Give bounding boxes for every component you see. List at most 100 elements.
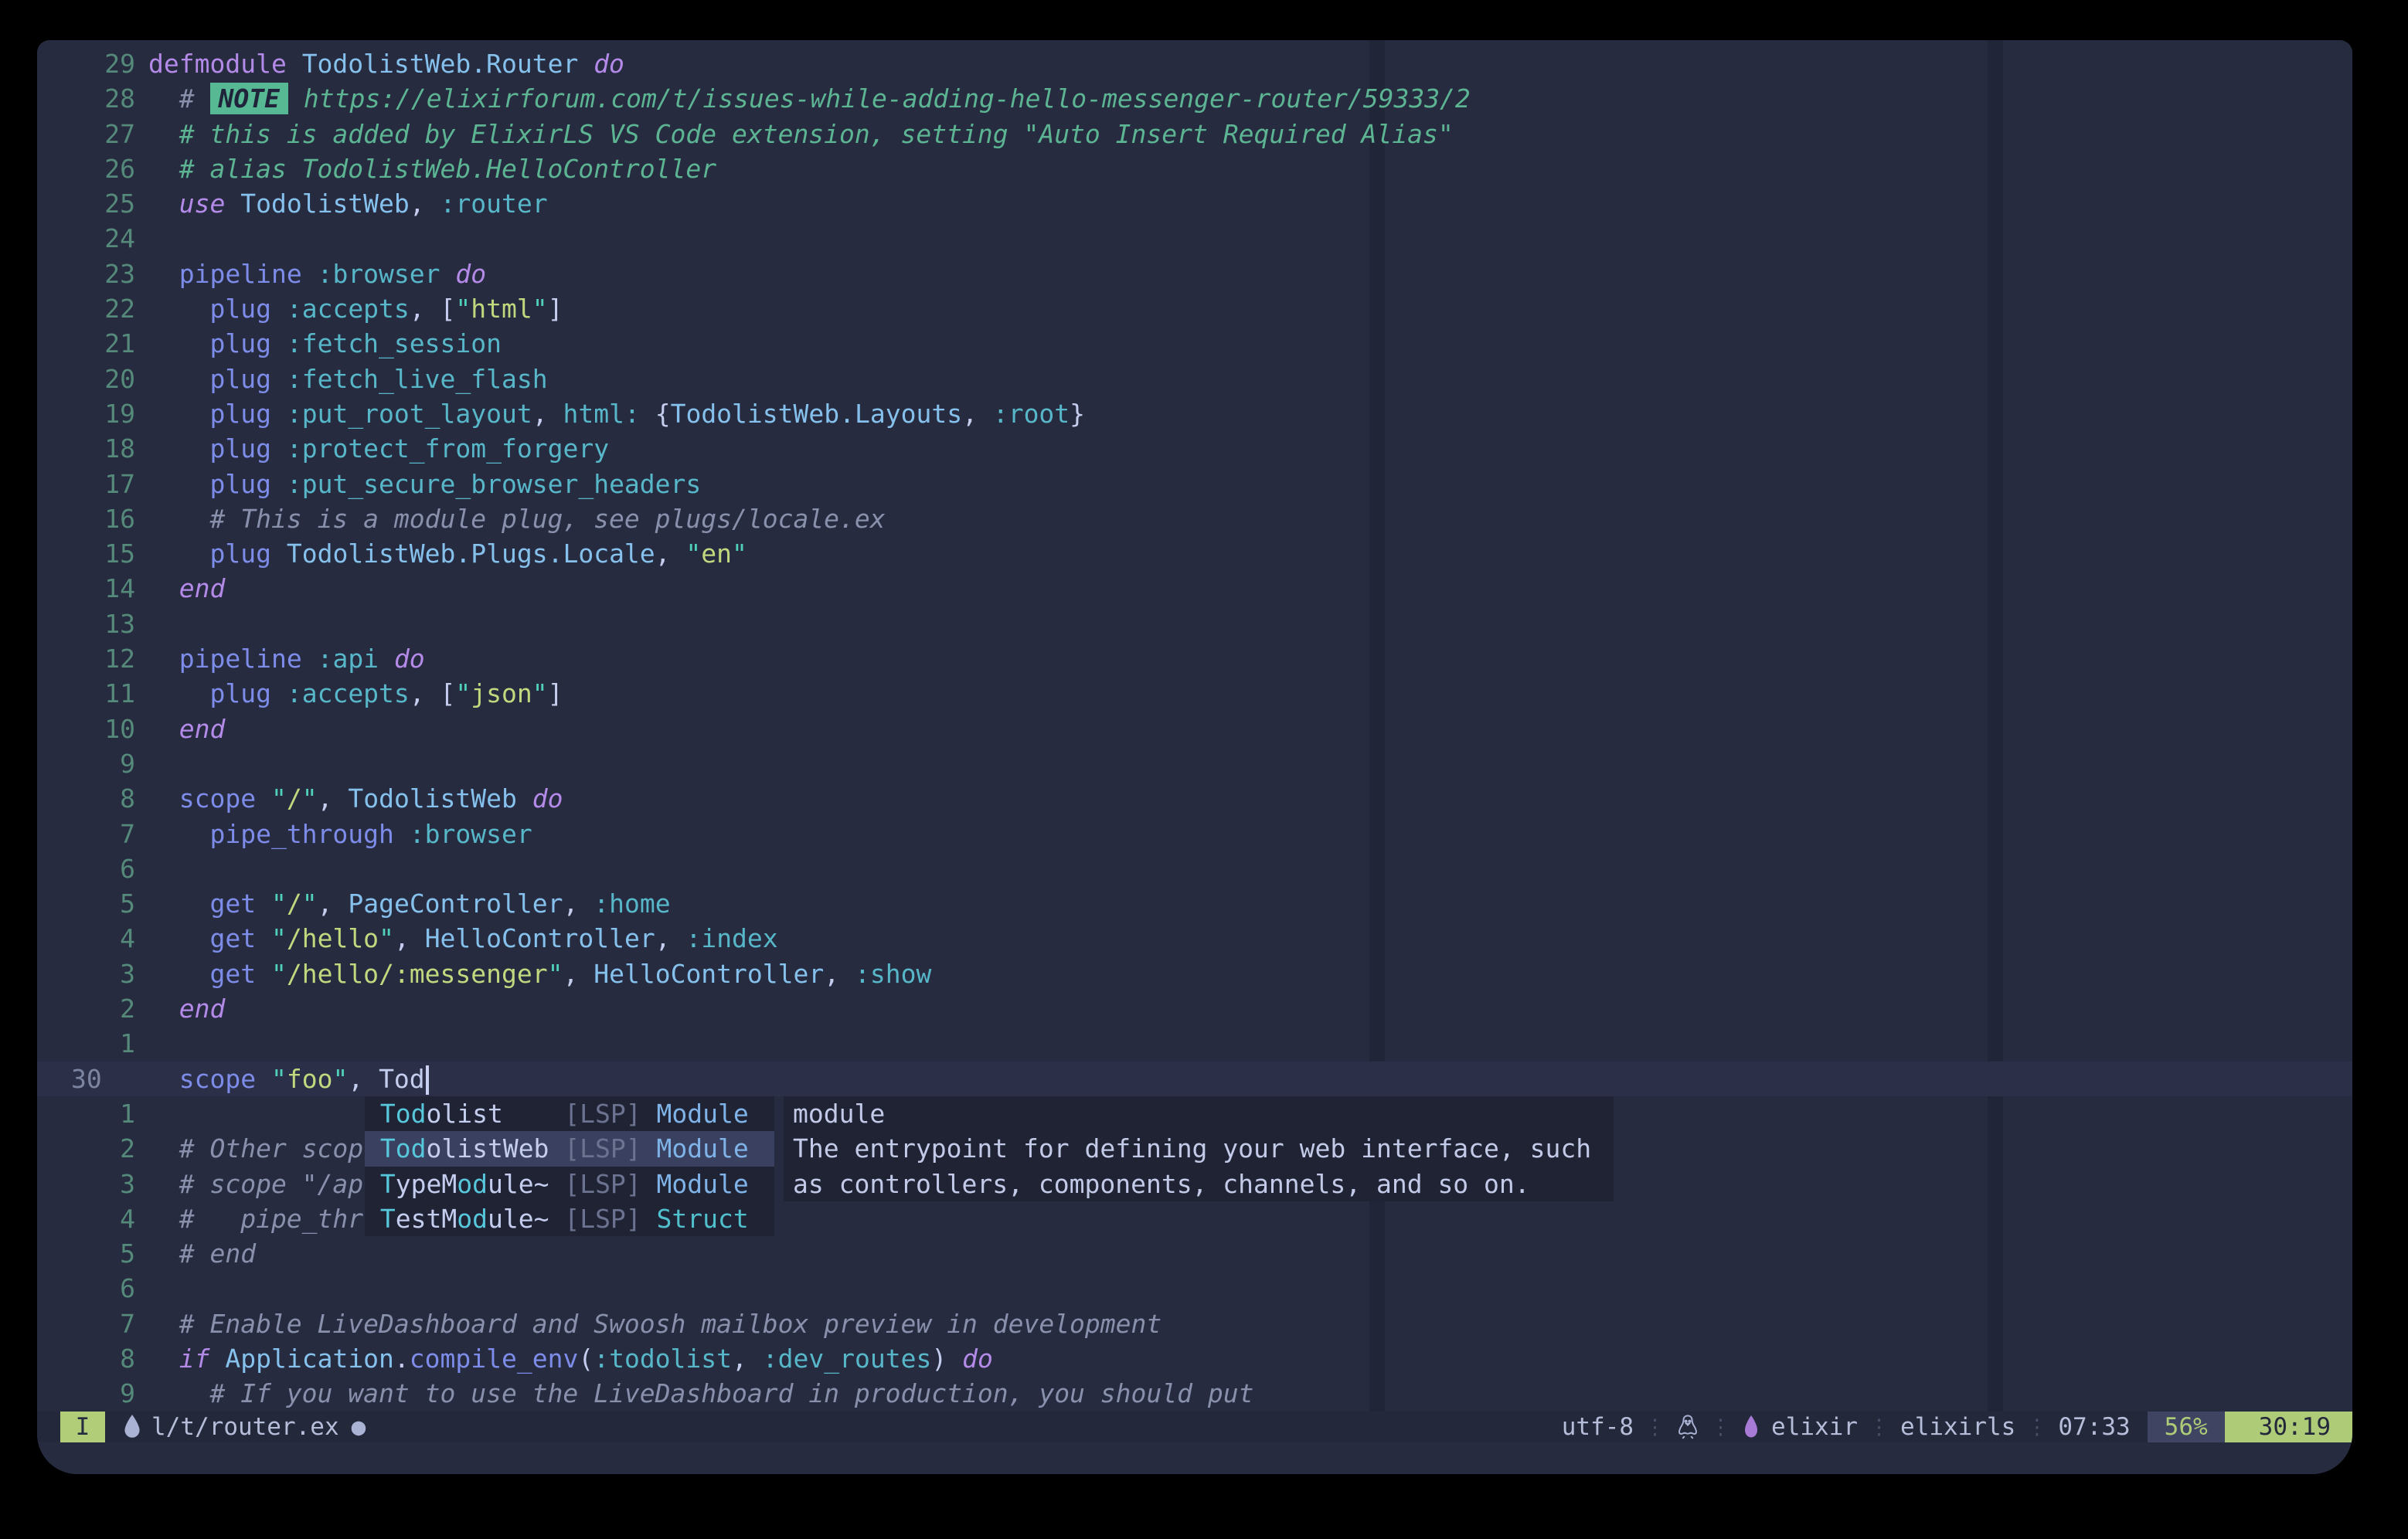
- code-segment: [LSP]: [564, 1099, 656, 1129]
- code-line[interactable]: 25 use TodolistWeb, :router: [37, 186, 2352, 221]
- code-line[interactable]: 18 plug :protect_from_forgery: [37, 431, 2352, 466]
- code-line[interactable]: 6: [37, 1271, 2352, 1306]
- code-segment: ": [302, 888, 318, 919]
- code-segment: TodolistWeb.Plugs.Locale: [287, 538, 655, 569]
- code-segment: [302, 259, 318, 289]
- code-line[interactable]: 24: [37, 221, 2352, 256]
- code-line[interactable]: 9: [37, 746, 2352, 781]
- code-line[interactable]: 12 pipeline :api do: [37, 641, 2352, 676]
- mode-indicator: I: [60, 1412, 105, 1442]
- code-line[interactable]: 27 # this is added by ElixirLS VS Code e…: [37, 117, 2352, 151]
- code-line[interactable]: 26 # alias TodolistWeb.HelloController: [37, 151, 2352, 186]
- code-line[interactable]: 4 get "/hello", HelloController, :index: [37, 921, 2352, 956]
- code-line[interactable]: 10 end: [37, 712, 2352, 746]
- code-line[interactable]: 5 get "/", PageController, :home: [37, 886, 2352, 921]
- line-number: 3: [37, 956, 148, 991]
- code-line[interactable]: 22 plug :accepts, ["html"]: [37, 291, 2352, 326]
- code-segment: [271, 469, 287, 499]
- code-line[interactable]: 20 plug :fetch_live_flash: [37, 362, 2352, 396]
- code-line[interactable]: 19 plug :put_root_layout, html: {Todolis…: [37, 396, 2352, 431]
- code-line[interactable]: 1: [37, 1026, 2352, 1061]
- code-line[interactable]: 13: [37, 606, 2352, 641]
- code-line[interactable]: 3 get "/hello/:messenger", HelloControll…: [37, 956, 2352, 991]
- code-segment: [271, 328, 287, 358]
- code-segment: get: [209, 959, 256, 989]
- code-segment: PageController: [348, 888, 563, 919]
- code-line[interactable]: 21 plug :fetch_session: [37, 326, 2352, 361]
- code-segment: [210, 1344, 226, 1374]
- line-number: 6: [37, 1271, 148, 1306]
- code-segment: :root: [993, 399, 1070, 429]
- code-segment: ): [931, 1344, 962, 1374]
- code-segment: do: [962, 1344, 993, 1374]
- code-line[interactable]: 11 plug :accepts, ["json"]: [37, 676, 2352, 711]
- code-segment: HelloController: [593, 959, 824, 989]
- code-text: end: [148, 571, 225, 606]
- code-segment: :browser: [410, 819, 532, 849]
- code-text: plug :fetch_live_flash: [148, 362, 548, 396]
- code-segment: /hello/:messenger: [287, 959, 548, 989]
- command-line[interactable]: [37, 1442, 2352, 1474]
- code-segment: [148, 538, 209, 569]
- code-line[interactable]: 7 # Enable LiveDashboard and Swoosh mail…: [37, 1306, 2352, 1341]
- separator: ⋮: [1634, 1415, 1676, 1439]
- code-segment: , [: [410, 678, 456, 708]
- code-line[interactable]: 9 # If you want to use the LiveDashboard…: [37, 1376, 2352, 1411]
- code-text: pipeline :browser do: [148, 256, 486, 291]
- code-line[interactable]: 8 if Application.compile_env(:todolist, …: [37, 1341, 2352, 1376]
- code-segment: ": [455, 294, 471, 324]
- code-text: # Other scop: [148, 1131, 363, 1166]
- code-text: # pipe_thr: [148, 1201, 363, 1236]
- code-segment: :todolist: [593, 1344, 732, 1374]
- code-segment: TodolistWeb: [348, 783, 517, 814]
- code-line[interactable]: 15 plug TodolistWeb.Plugs.Locale, "en": [37, 536, 2352, 571]
- line-number: 15: [37, 536, 148, 571]
- code-line[interactable]: 28 # NOTE https://elixirforum.com/t/issu…: [37, 81, 2352, 116]
- code-text: get "/hello/:messenger", HelloController…: [148, 956, 931, 991]
- code-segment: # this is added by ElixirLS VS Code exte…: [148, 119, 1454, 149]
- completion-menu[interactable]: Todolist [LSP] Module TodolistWeb [LSP] …: [365, 1096, 774, 1236]
- code-segment: plug: [209, 364, 270, 394]
- code-segment: ": [271, 1064, 287, 1094]
- code-text: get "/", PageController, :home: [148, 886, 671, 921]
- editor[interactable]: 29defmodule TodolistWeb.Router do28 # NO…: [37, 40, 2352, 1412]
- line-number: 17: [37, 467, 148, 501]
- separator: ⋮: [1858, 1415, 1900, 1439]
- code-line[interactable]: 23 pipeline :browser do: [37, 256, 2352, 291]
- completion-item[interactable]: TypeModule~ [LSP] Module: [365, 1167, 774, 1201]
- code-segment: # pipe_thr: [148, 1204, 363, 1234]
- completion-item[interactable]: TestModule~ [LSP] Struct: [365, 1201, 774, 1236]
- completion-doc-line: The entrypoint for defining your web int…: [793, 1131, 1614, 1166]
- code-segment: get: [209, 888, 256, 919]
- code-line[interactable]: 29defmodule TodolistWeb.Router do: [37, 46, 2352, 81]
- code-segment: ule~: [488, 1169, 564, 1199]
- code-line[interactable]: 8 scope "/", TodolistWeb do: [37, 781, 2352, 816]
- code-segment: ,: [655, 538, 686, 569]
- code-segment: ,: [318, 888, 349, 919]
- code-segment: olistWeb: [426, 1133, 564, 1164]
- code-segment: :fetch_session: [287, 328, 502, 358]
- code-text: scope "/", TodolistWeb do: [148, 781, 563, 816]
- completion-item[interactable]: Todolist [LSP] Module: [365, 1096, 774, 1131]
- scroll-percent: 56%: [2148, 1412, 2225, 1442]
- code-line[interactable]: 7 pipe_through :browser: [37, 817, 2352, 851]
- code-segment: HelloController: [425, 923, 655, 953]
- code-line[interactable]: 17 plug :put_secure_browser_headers: [37, 467, 2352, 501]
- code-line[interactable]: 6: [37, 851, 2352, 886]
- completion-item-selected[interactable]: TodolistWeb [LSP] Module: [365, 1131, 774, 1166]
- code-segment: :index: [685, 923, 777, 953]
- code-segment: :dev_routes: [763, 1344, 932, 1374]
- code-segment: html: [471, 294, 532, 324]
- code-line[interactable]: 14 end: [37, 571, 2352, 606]
- code-segment: [LSP]: [564, 1133, 656, 1164]
- code-segment: Struct: [657, 1204, 749, 1234]
- code-line-current[interactable]: 30 scope "foo", Tod: [37, 1062, 2352, 1096]
- code-segment: end: [179, 994, 226, 1024]
- code-line[interactable]: 16 # This is a module plug, see plugs/lo…: [37, 501, 2352, 536]
- code-text: # this is added by ElixirLS VS Code exte…: [148, 117, 1454, 151]
- code-line[interactable]: 5 # end: [37, 1236, 2352, 1271]
- code-text: plug :put_root_layout, html: {TodolistWe…: [148, 396, 1085, 431]
- code-segment: ": [455, 678, 471, 708]
- separator: ⋮: [1699, 1415, 1742, 1439]
- code-line[interactable]: 2 end: [37, 991, 2352, 1026]
